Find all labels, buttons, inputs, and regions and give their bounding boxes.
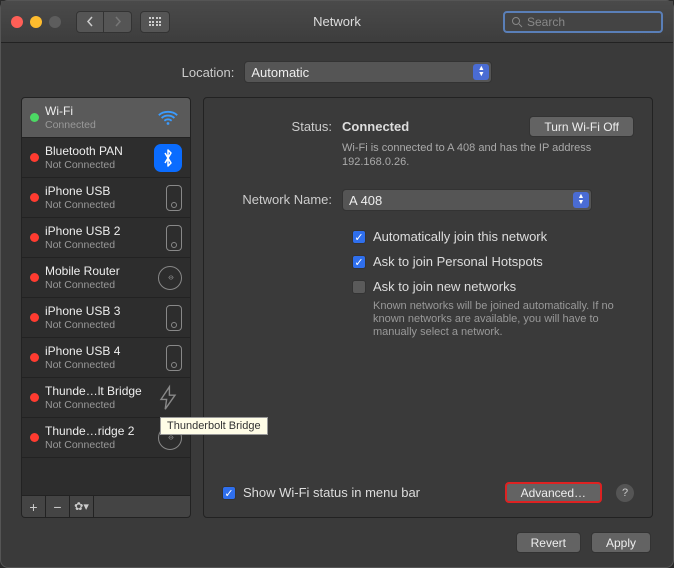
thunderbolt-icon [154,384,182,412]
location-row: Location: Automatic ▲▼ [1,43,673,97]
sidebar: Wi-Fi Connected Bluetooth PAN Not Connec… [21,97,191,518]
nav-buttons [76,11,132,33]
network-name-select[interactable]: A 408 ▲▼ [342,189,592,211]
apply-button[interactable]: Apply [591,532,651,553]
add-service-button[interactable]: + [22,496,46,517]
back-button[interactable] [76,11,104,33]
advanced-button[interactable]: Advanced… [505,482,602,503]
status-dot-icon [30,153,39,162]
checkbox-checked-icon: ✓ [352,230,366,244]
detail-bottom-row: ✓ Show Wi-Fi status in menu bar Advanced… [222,482,634,503]
service-list[interactable]: Wi-Fi Connected Bluetooth PAN Not Connec… [21,97,191,496]
status-label: Status: [222,116,342,169]
service-iphone-usb-2[interactable]: iPhone USB 2 Not Connected [22,218,190,258]
status-dot-icon [30,193,39,202]
network-name-row: Network Name: A 408 ▲▼ [222,189,634,211]
ethernet-icon: ‹·› [158,266,182,290]
show-all-button[interactable] [140,11,170,33]
wifi-icon [154,104,182,132]
status-dot-icon [30,433,39,442]
network-name-value: A 408 [349,193,382,208]
search-field[interactable]: Search [503,11,663,33]
ask-new-checkbox-row[interactable]: Ask to join new networks [352,279,634,294]
checkbox-checked-icon: ✓ [352,255,366,269]
search-placeholder: Search [527,15,565,29]
checkbox-unchecked-icon [352,280,366,294]
location-value: Automatic [251,65,309,80]
tooltip: Thunderbolt Bridge [160,417,268,435]
turn-wifi-off-button[interactable]: Turn Wi-Fi Off [529,116,634,137]
status-description: Wi-Fi is connected to A 408 and has the … [342,141,602,169]
phone-icon [166,305,182,331]
network-name-label: Network Name: [222,189,342,211]
footer: Revert Apply [1,532,673,567]
phone-icon [166,345,182,371]
updown-icon: ▲▼ [473,64,489,80]
forward-button[interactable] [104,11,132,33]
grid-icon [149,17,162,26]
status-dot-icon [30,353,39,362]
status-dot-icon [30,113,39,122]
phone-icon [166,185,182,211]
minimize-window-button[interactable] [30,16,42,28]
sidebar-footer: + − ✿▾ [21,496,191,518]
status-dot-icon [30,273,39,282]
service-iphone-usb-3[interactable]: iPhone USB 3 Not Connected [22,298,190,338]
titlebar: Network Search [1,1,673,43]
service-bluetooth-pan[interactable]: Bluetooth PAN Not Connected [22,138,190,178]
wifi-options: ✓ Automatically join this network ✓ Ask … [352,229,634,339]
zoom-window-button[interactable] [49,16,61,28]
service-wifi[interactable]: Wi-Fi Connected [22,98,190,138]
search-icon [511,16,523,28]
network-prefpane: Network Search Location: Automatic ▲▼ Wi… [0,0,674,568]
service-text: Wi-Fi Connected [45,104,154,132]
service-actions-menu[interactable]: ✿▾ [70,496,94,517]
service-iphone-usb-4[interactable]: iPhone USB 4 Not Connected [22,338,190,378]
status-dot-icon [30,233,39,242]
status-dot-icon [30,313,39,322]
window-controls [11,16,61,28]
auto-join-checkbox-row[interactable]: ✓ Automatically join this network [352,229,634,244]
chevron-right-icon [113,16,122,27]
location-label: Location: [182,65,235,80]
revert-button[interactable]: Revert [516,532,581,553]
status-value: Connected [342,119,409,134]
chevron-left-icon [86,16,95,27]
service-thunderbolt-bridge[interactable]: Thunde…lt Bridge Not Connected [22,378,190,418]
body: Wi-Fi Connected Bluetooth PAN Not Connec… [1,97,673,532]
ask-new-hint: Known networks will be joined automatica… [373,300,623,339]
location-select[interactable]: Automatic ▲▼ [244,61,492,83]
show-menu-checkbox-row[interactable]: ✓ Show Wi-Fi status in menu bar [222,485,420,500]
updown-icon: ▲▼ [573,192,589,208]
ask-hotspot-checkbox-row[interactable]: ✓ Ask to join Personal Hotspots [352,254,634,269]
detail-panel: Status: Connected Turn Wi-Fi Off Wi-Fi i… [203,97,653,518]
status-dot-icon [30,393,39,402]
bluetooth-icon [154,144,182,172]
close-window-button[interactable] [11,16,23,28]
checkbox-checked-icon: ✓ [222,486,236,500]
status-row: Status: Connected Turn Wi-Fi Off Wi-Fi i… [222,116,634,169]
help-button[interactable]: ? [616,484,634,502]
remove-service-button[interactable]: − [46,496,70,517]
window-title: Network [313,14,361,29]
phone-icon [166,225,182,251]
service-iphone-usb[interactable]: iPhone USB Not Connected [22,178,190,218]
service-mobile-router[interactable]: Mobile Router Not Connected ‹·› [22,258,190,298]
